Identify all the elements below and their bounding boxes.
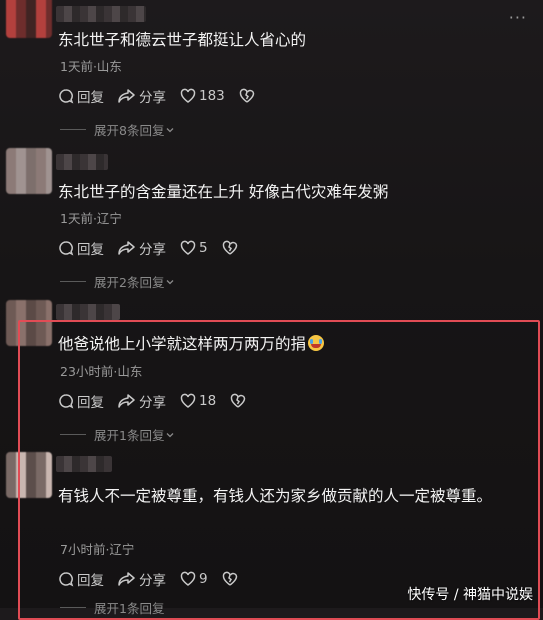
expand-replies[interactable]: 展开8条回复	[60, 120, 176, 139]
share-icon	[118, 241, 135, 255]
like-button[interactable]: 183	[180, 88, 225, 104]
dislike-button[interactable]	[222, 240, 241, 256]
comment-meta: 1天前·山东	[60, 59, 122, 74]
divider	[60, 281, 86, 282]
username[interactable]	[56, 6, 146, 22]
avatar[interactable]	[6, 0, 52, 38]
comment-meta: 1天前·辽宁	[60, 211, 122, 226]
reply-button[interactable]: 回复	[58, 86, 104, 106]
share-label: 分享	[139, 242, 166, 258]
username[interactable]	[56, 154, 108, 170]
like-count: 183	[199, 88, 225, 104]
reply-label: 回复	[77, 242, 104, 258]
broken-heart-icon	[239, 88, 255, 103]
watermark: 快传号 / 神猫中说娱	[407, 587, 533, 603]
reply-icon	[59, 89, 74, 104]
share-label: 分享	[139, 90, 166, 106]
like-count: 5	[199, 240, 208, 256]
heart-icon	[180, 88, 196, 103]
divider	[60, 129, 86, 130]
comment-text: 东北世子的含金量还在上升 好像古代灾难年发粥	[58, 183, 389, 201]
comment-text: 东北世子和德云世子都挺让人省心的	[58, 31, 307, 49]
reply-label: 回复	[77, 90, 104, 106]
share-icon	[118, 89, 135, 103]
expand-label: 展开8条回复	[94, 123, 165, 138]
avatar[interactable]	[6, 148, 52, 194]
username[interactable]	[56, 304, 120, 320]
chevron-down-icon	[166, 127, 174, 132]
comment-actions: 回复 分享 5	[58, 238, 255, 258]
broken-heart-icon	[222, 240, 237, 255]
more-options-icon[interactable]: ···	[509, 8, 527, 27]
dislike-button[interactable]	[239, 88, 258, 104]
share-button[interactable]: 分享	[118, 238, 166, 258]
like-button[interactable]: 5	[180, 240, 208, 256]
heart-icon	[180, 240, 196, 255]
chevron-down-icon	[166, 279, 174, 284]
reply-icon	[59, 241, 74, 256]
expand-label: 展开2条回复	[94, 275, 165, 290]
highlight-box	[18, 320, 540, 620]
reply-button[interactable]: 回复	[58, 238, 104, 258]
expand-replies[interactable]: 展开2条回复	[60, 272, 176, 291]
comment-actions: 回复 分享 183	[58, 86, 272, 106]
share-button[interactable]: 分享	[118, 86, 166, 106]
